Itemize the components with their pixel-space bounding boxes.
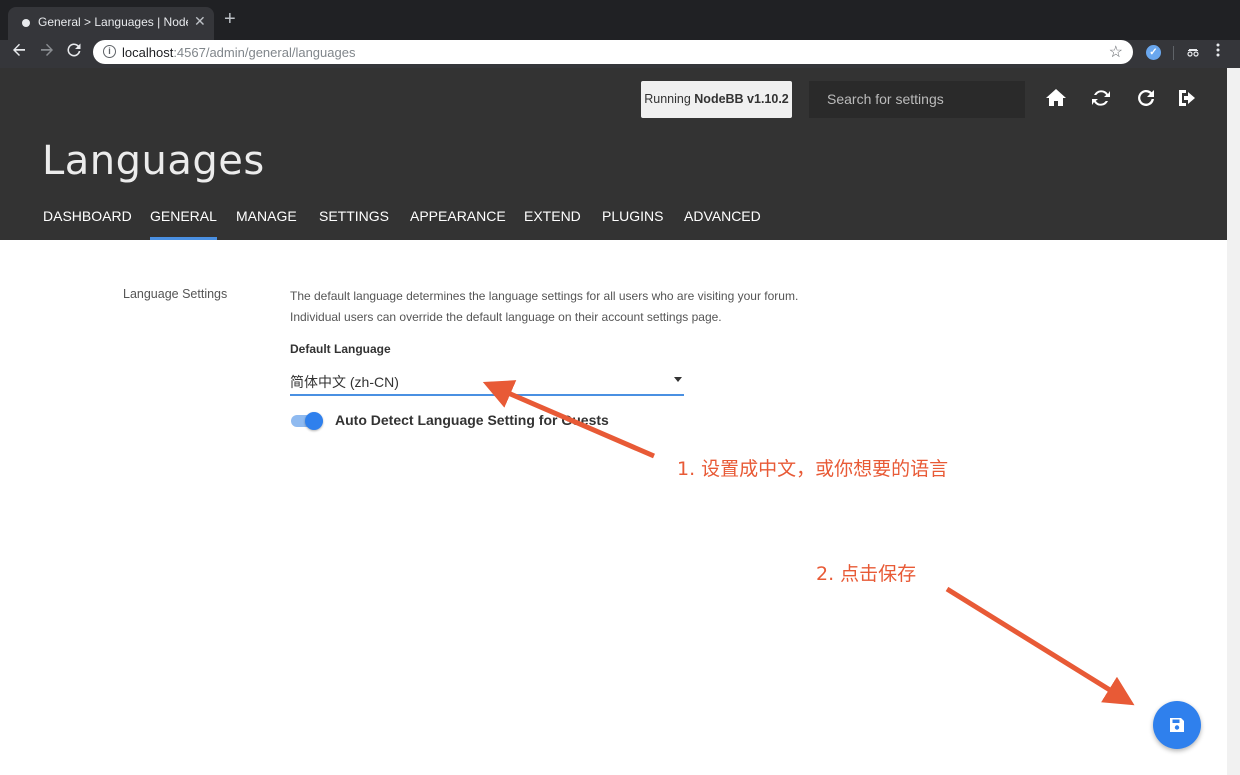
tab-title: General > Languages | NodeBB	[38, 15, 188, 29]
floppy-disk-icon	[1170, 718, 1184, 732]
logout-icon[interactable]	[1175, 86, 1199, 110]
tab-extend[interactable]: EXTEND	[524, 208, 581, 240]
tab-advanced[interactable]: ADVANCED	[684, 208, 761, 240]
section-description: The default language determines the lang…	[290, 286, 850, 328]
settings-search-input[interactable]	[809, 81, 1025, 118]
toolbar-divider	[1173, 46, 1174, 60]
tab-plugins[interactable]: PLUGINS	[602, 208, 663, 240]
browser-tab[interactable]: General > Languages | NodeBB ✕	[8, 7, 214, 40]
tab-general[interactable]: GENERAL	[150, 208, 217, 240]
tab-favicon-icon	[22, 19, 30, 27]
reload-icon[interactable]	[66, 42, 82, 64]
site-info-icon[interactable]: i	[103, 45, 116, 58]
page-scrollbar[interactable]	[1227, 68, 1240, 775]
page-title: Languages	[42, 138, 265, 184]
admin-header: Running NodeBB v1.10.2 Languages DASHBOA…	[0, 68, 1227, 240]
save-button[interactable]	[1153, 701, 1201, 749]
default-language-label: Default Language	[290, 342, 391, 356]
back-icon[interactable]	[11, 42, 27, 64]
browser-tabbar: General > Languages | NodeBB ✕ +	[0, 0, 1240, 40]
caret-down-icon	[674, 377, 682, 382]
tab-close-icon[interactable]: ✕	[194, 13, 206, 30]
description-line: The default language determines the lang…	[290, 289, 799, 303]
sync-icon[interactable]	[1089, 86, 1113, 110]
tab-appearance[interactable]: APPEARANCE	[410, 208, 506, 240]
address-bar[interactable]: i localhost:4567/admin/general/languages…	[93, 40, 1133, 64]
forward-icon[interactable]	[39, 42, 55, 64]
bookmark-star-icon[interactable]: ☆	[1109, 42, 1123, 62]
tab-settings[interactable]: SETTINGS	[319, 208, 389, 240]
section-label: Language Settings	[123, 287, 228, 301]
profile-icon[interactable]	[1186, 44, 1200, 61]
arrow-to-save-button	[945, 586, 1135, 706]
browser-toolbar: i localhost:4567/admin/general/languages…	[0, 40, 1240, 68]
home-icon[interactable]	[1044, 86, 1068, 110]
tab-dashboard[interactable]: DASHBOARD	[43, 208, 132, 240]
url-text: localhost:4567/admin/general/languages	[122, 45, 356, 60]
annotation-step2: 2. 点击保存	[816, 563, 917, 585]
refresh-icon[interactable]	[1134, 86, 1158, 110]
default-language-select[interactable]: 简体中文 (zh-CN)	[290, 368, 684, 396]
extension-icon[interactable]: ✓	[1146, 45, 1161, 60]
annotation-step1: 1. 设置成中文，或你想要的语言	[677, 458, 949, 480]
selected-language: 简体中文 (zh-CN)	[290, 374, 399, 390]
description-line: Individual users can override the defaul…	[290, 310, 722, 324]
browser-menu-icon[interactable]	[1216, 43, 1220, 61]
new-tab-icon[interactable]: +	[224, 9, 236, 29]
version-badge: Running NodeBB v1.10.2	[641, 81, 792, 118]
auto-detect-toggle[interactable]	[291, 412, 323, 430]
toggle-knob	[305, 412, 323, 430]
auto-detect-label: Auto Detect Language Setting for Guests	[335, 412, 609, 428]
tab-manage[interactable]: MANAGE	[236, 208, 297, 240]
